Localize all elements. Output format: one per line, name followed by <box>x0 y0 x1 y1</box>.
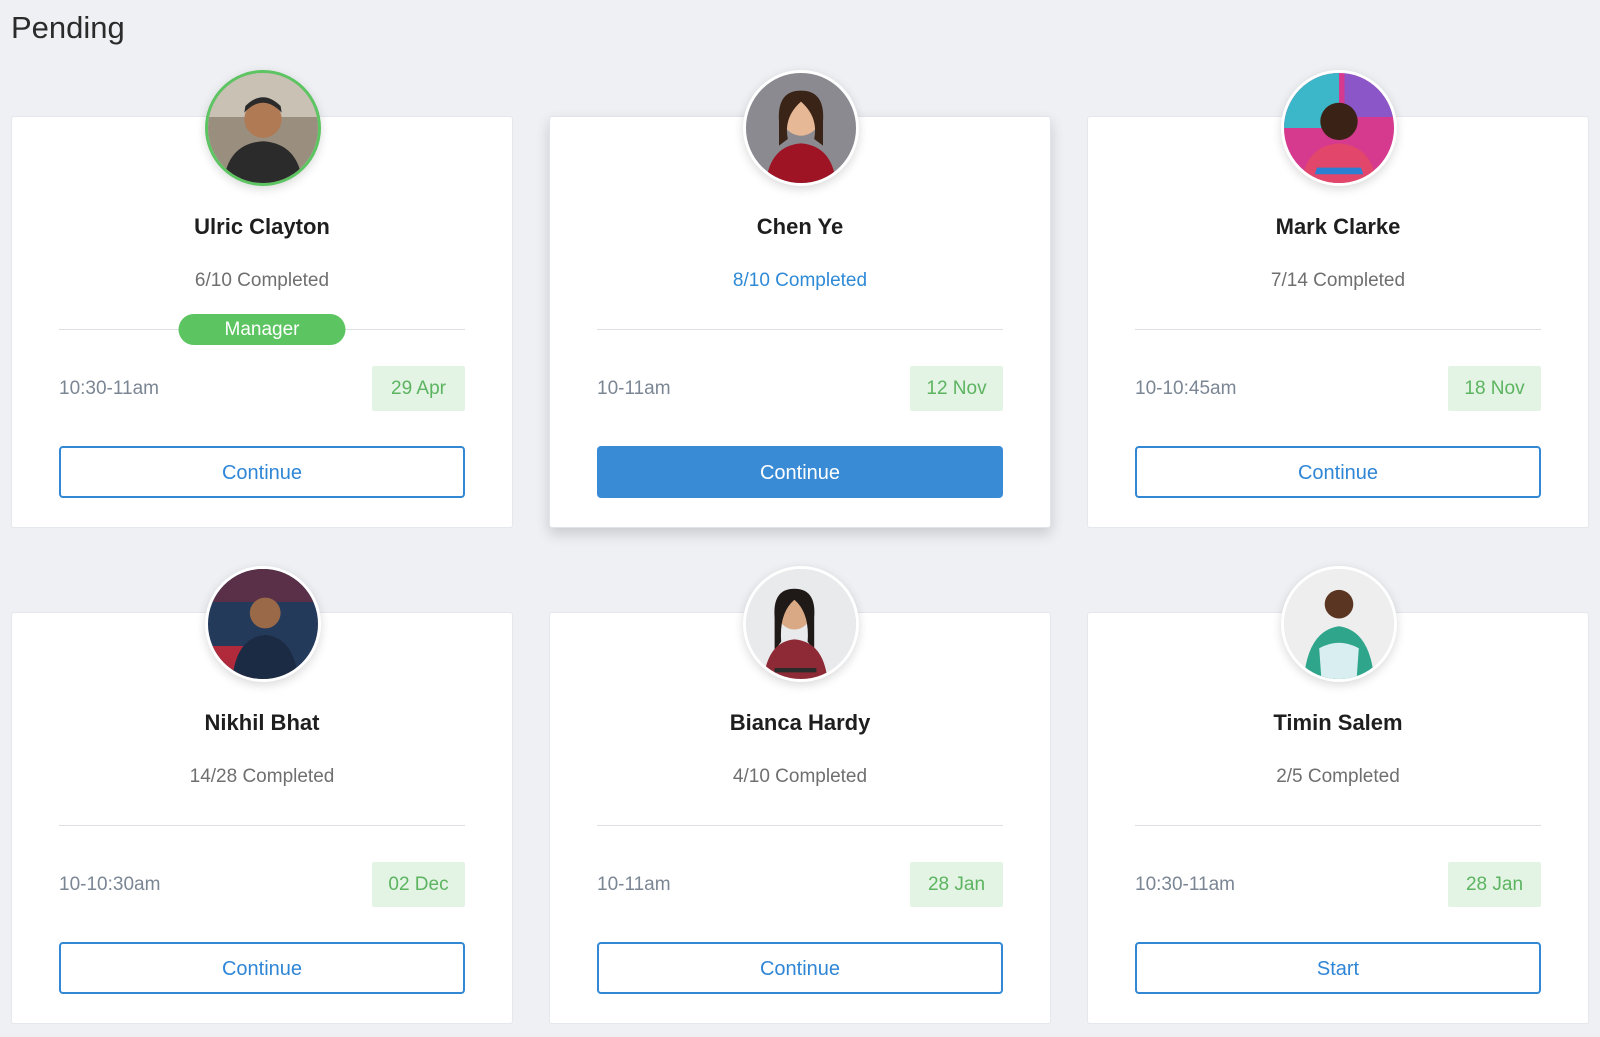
progress-text: 8/10 Completed <box>732 270 868 291</box>
page-title: Pending <box>11 10 125 45</box>
person-card: Chen Ye 8/10 Completed 10-11am 12 Nov Co… <box>549 70 1051 528</box>
time-range: 10-11am <box>597 378 671 399</box>
avatar <box>205 566 321 682</box>
person-card: Ulric Clayton 6/10 Completed Manager 10:… <box>11 70 513 528</box>
progress-text: 7/14 Completed <box>1270 270 1406 291</box>
progress-text: 14/28 Completed <box>189 766 335 787</box>
person-card: Mark Clarke 7/14 Completed 10-10:45am 18… <box>1087 70 1589 528</box>
time-range: 10-11am <box>597 874 671 895</box>
continue-button[interactable]: Continue <box>1135 446 1541 498</box>
person-name: Chen Ye <box>756 214 844 239</box>
avatar <box>205 70 321 186</box>
date-chip: 12 Nov <box>910 366 1003 411</box>
start-button[interactable]: Start <box>1135 942 1541 994</box>
continue-button[interactable]: Continue <box>59 942 465 994</box>
person-name: Timin Salem <box>1273 710 1403 735</box>
date-chip: 02 Dec <box>372 862 465 907</box>
avatar <box>1281 566 1397 682</box>
date-chip: 28 Jan <box>910 862 1003 907</box>
divider <box>1135 825 1541 826</box>
avatar <box>743 566 859 682</box>
divider <box>597 825 1003 826</box>
person-name: Mark Clarke <box>1275 214 1401 239</box>
role-badge: Manager <box>178 314 346 345</box>
avatar <box>743 70 859 186</box>
time-range: 10-10:45am <box>1135 378 1237 399</box>
date-chip: 28 Jan <box>1448 862 1541 907</box>
time-range: 10-10:30am <box>59 874 161 895</box>
person-card: Bianca Hardy 4/10 Completed 10-11am 28 J… <box>549 566 1051 1024</box>
pending-page: Pending Ulric Clayton 6/10 Completed Man… <box>0 0 1600 1037</box>
divider <box>1135 329 1541 330</box>
progress-text: 6/10 Completed <box>194 270 330 291</box>
date-chip: 18 Nov <box>1448 366 1541 411</box>
continue-button[interactable]: Continue <box>59 446 465 498</box>
person-name: Ulric Clayton <box>194 214 330 239</box>
time-range: 10:30-11am <box>59 378 159 399</box>
person-name: Bianca Hardy <box>729 710 871 735</box>
person-card: Timin Salem 2/5 Completed 10:30-11am 28 … <box>1087 566 1589 1024</box>
divider <box>59 825 465 826</box>
date-chip: 29 Apr <box>372 366 465 411</box>
progress-text: 2/5 Completed <box>1276 766 1400 787</box>
person-card: Nikhil Bhat 14/28 Completed 10-10:30am 0… <box>11 566 513 1024</box>
time-range: 10:30-11am <box>1135 874 1235 895</box>
divider <box>597 329 1003 330</box>
person-name: Nikhil Bhat <box>204 710 320 735</box>
continue-button[interactable]: Continue <box>597 446 1003 498</box>
progress-text: 4/10 Completed <box>732 766 868 787</box>
avatar <box>1281 70 1397 186</box>
continue-button[interactable]: Continue <box>597 942 1003 994</box>
